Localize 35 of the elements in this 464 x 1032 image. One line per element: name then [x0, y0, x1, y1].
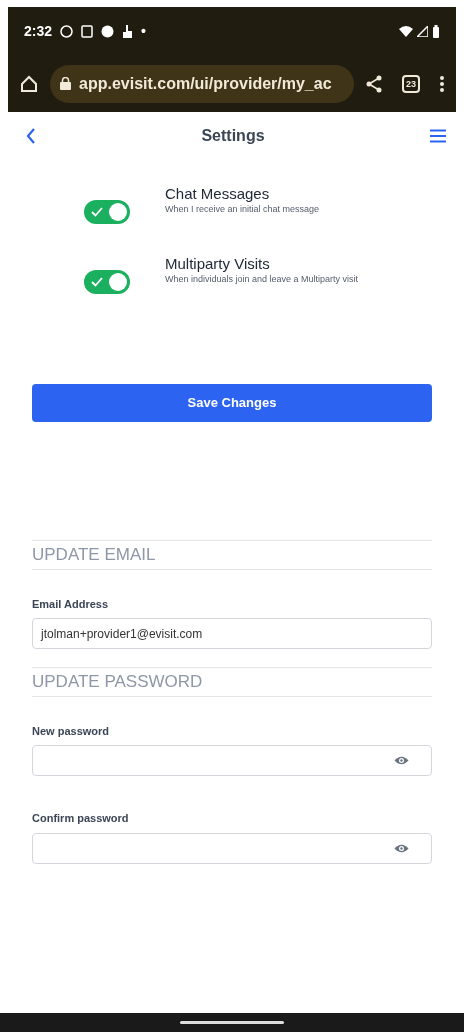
password-field[interactable]	[32, 832, 432, 864]
wifi-icon	[399, 25, 413, 37]
notification-description: When I receive an initial chat message	[165, 202, 320, 216]
eye-icon[interactable]	[394, 755, 409, 766]
menu-icon[interactable]	[430, 129, 446, 143]
lock-icon	[60, 77, 71, 90]
notification-title: Chat Messages	[165, 186, 271, 203]
notification-dot: •	[141, 21, 146, 41]
hand-icon	[122, 24, 134, 38]
toggle-switch[interactable]	[84, 270, 130, 294]
back-icon[interactable]	[26, 128, 36, 144]
tab-count-button[interactable]: 23	[402, 74, 420, 93]
home-icon[interactable]	[20, 74, 38, 93]
url-text: app.evisit.com/ui/provider/my_ac	[79, 73, 332, 94]
notification-description: When individuals join and leave a Multiparty visit	[165, 272, 359, 286]
more-icon[interactable]	[440, 75, 444, 92]
share-icon[interactable]	[366, 74, 382, 93]
password-field[interactable]	[32, 745, 432, 776]
section-heading: UPDATE EMAIL	[32, 540, 432, 570]
signal-icon	[417, 25, 428, 37]
email-field[interactable]: jtolman+provider1@evisit.com	[32, 618, 432, 649]
field-label: New password	[32, 723, 111, 739]
page-title: Settings	[201, 126, 265, 146]
eye-icon[interactable]	[394, 842, 409, 854]
toggle-switch[interactable]	[84, 200, 130, 224]
address-bar[interactable]: app.evisit.com/ui/provider/my_ac	[50, 64, 354, 103]
clock: 2:32	[24, 21, 53, 41]
check-icon	[91, 277, 103, 287]
field-label: Confirm password	[32, 811, 130, 826]
field-label: Email Address	[32, 596, 109, 612]
battery-icon	[432, 24, 440, 38]
check-icon	[91, 207, 103, 217]
notification-title: Multiparty Visits	[165, 256, 271, 273]
section-heading: UPDATE PASSWORD	[32, 667, 432, 697]
save-changes-button[interactable]: Save Changes	[32, 384, 432, 422]
